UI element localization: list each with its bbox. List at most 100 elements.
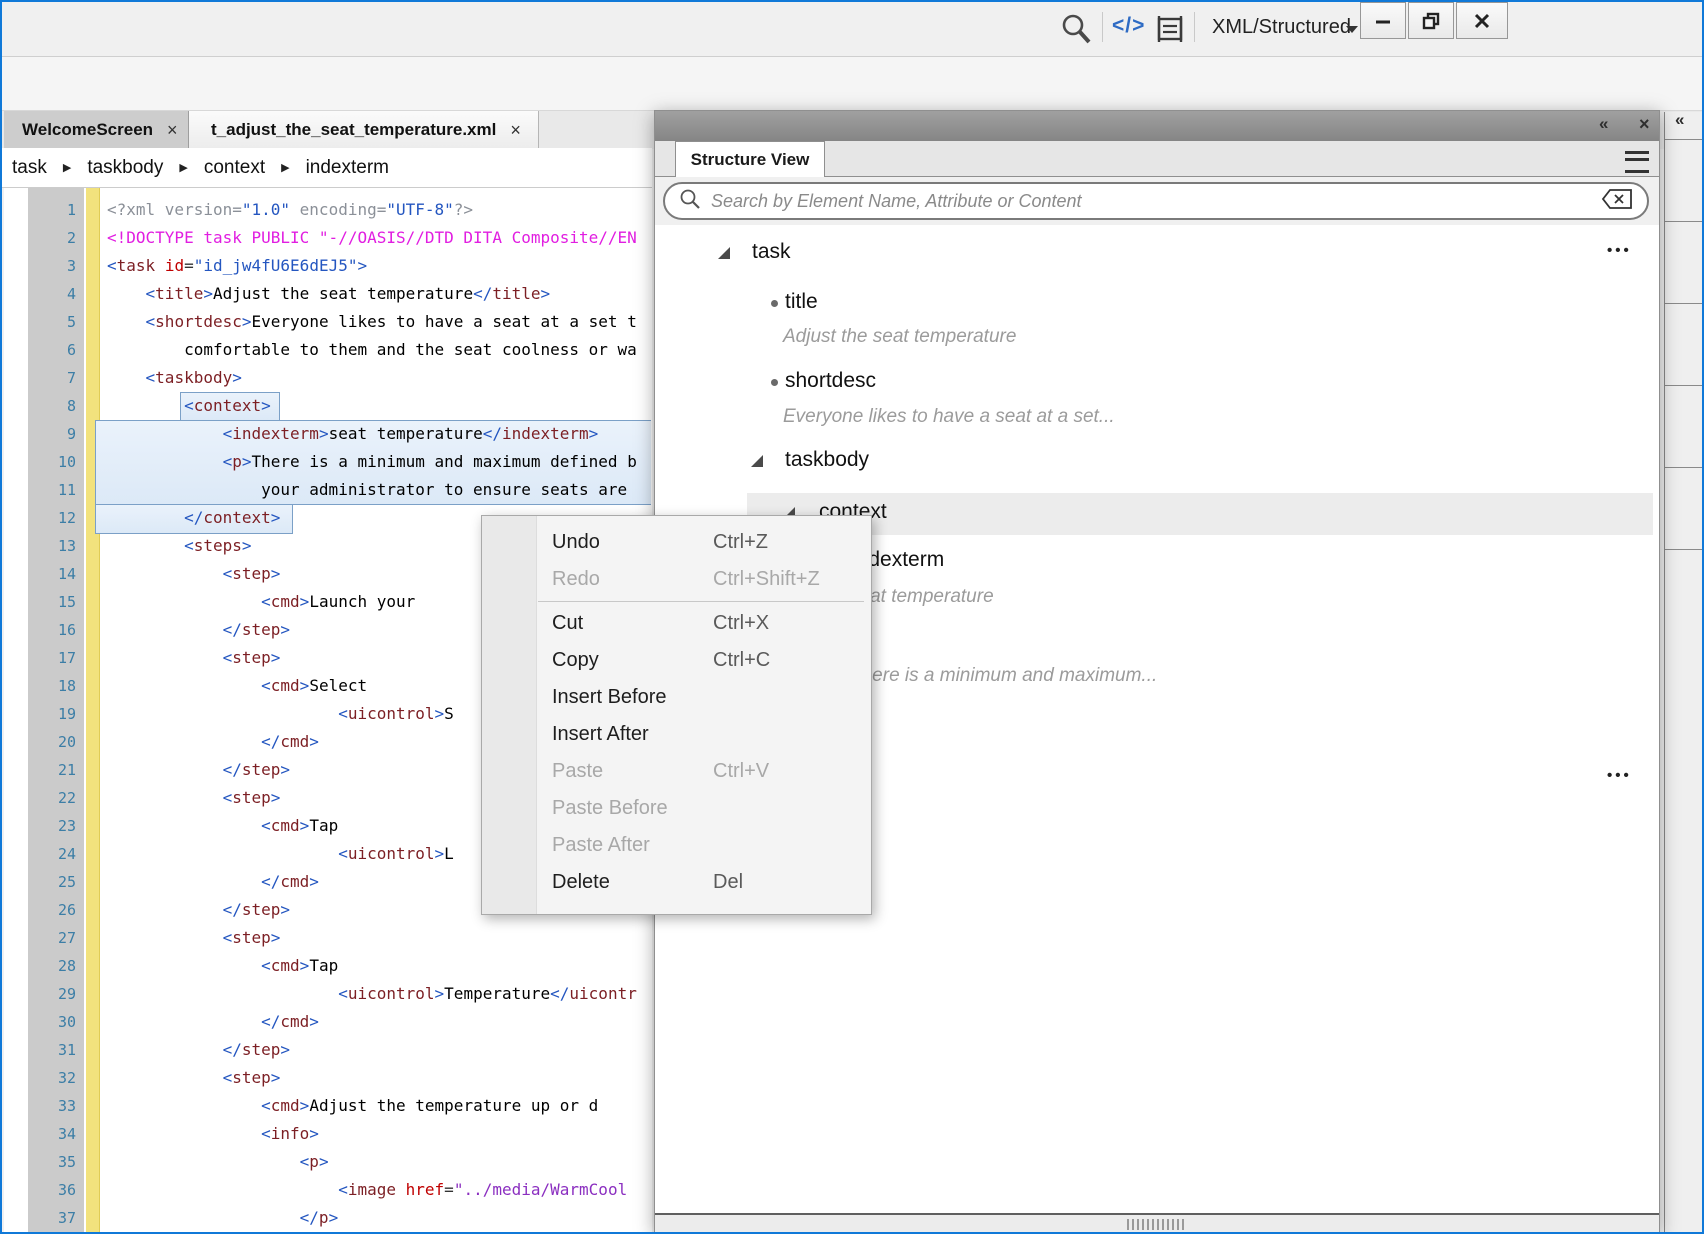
breadcrumb-separator-icon: ▶: [281, 161, 289, 174]
menu-item-cut[interactable]: CutCtrl+X: [482, 605, 871, 642]
tree-element-shortdesc[interactable]: shortdesc: [655, 369, 1659, 395]
line-number: 35: [4, 1148, 76, 1176]
code-line[interactable]: 9 <indexterm>seat temperature</indexterm…: [4, 420, 652, 448]
menu-item-paste[interactable]: PasteCtrl+V: [482, 753, 871, 790]
tree-content-everyone-likes-to-have-a-seat-at-a-set[interactable]: Everyone likes to have a seat at a set..…: [655, 406, 1659, 432]
close-button[interactable]: [1456, 2, 1508, 39]
line-number: 1: [4, 196, 76, 224]
code-line[interactable]: 27 <step>: [4, 924, 652, 952]
expander-icon[interactable]: [718, 247, 730, 259]
horizontal-scrollbar[interactable]: [655, 1213, 1659, 1233]
menu-item-insert-after[interactable]: Insert After: [482, 716, 871, 753]
scrollbar-grip[interactable]: [1127, 1219, 1185, 1230]
tree-element-task[interactable]: task •••: [655, 240, 1659, 266]
code-line[interactable]: 35 <p>: [4, 1148, 652, 1176]
code-line[interactable]: 30 </cmd>: [4, 1008, 652, 1036]
line-number: 24: [4, 840, 76, 868]
code-line[interactable]: 34 <info>: [4, 1120, 652, 1148]
breadcrumb-item-taskbody[interactable]: taskbody: [87, 157, 163, 179]
chevron-down-icon[interactable]: [1346, 26, 1358, 33]
search-icon: [679, 188, 701, 215]
code-line[interactable]: 36 <image href="../media/WarmCool: [4, 1176, 652, 1204]
code-line[interactable]: 32 <step>: [4, 1064, 652, 1092]
menu-item-paste-after[interactable]: Paste After: [482, 827, 871, 864]
tree-element-title[interactable]: title: [655, 290, 1659, 316]
menu-item-redo[interactable]: RedoCtrl+Shift+Z: [482, 561, 871, 598]
row-options-icon[interactable]: •••: [1607, 767, 1632, 784]
line-number: 12: [4, 504, 76, 532]
panel-titlebar[interactable]: « ×: [655, 111, 1659, 142]
tree-label: title: [785, 290, 818, 314]
panel-menu-icon[interactable]: [1625, 151, 1649, 173]
line-number: 13: [4, 532, 76, 560]
tab-label: t_adjust_the_seat_temperature.xml: [211, 120, 496, 140]
line-number: 15: [4, 588, 76, 616]
code-line[interactable]: 1<?xml version="1.0" encoding="UTF-8"?>: [4, 196, 652, 224]
line-number: 30: [4, 1008, 76, 1036]
close-icon[interactable]: ×: [510, 120, 521, 141]
code-line[interactable]: 2<!DOCTYPE task PUBLIC "-//OASIS//DTD DI…: [4, 224, 652, 252]
line-number: 6: [4, 336, 76, 364]
secondary-toolbar: [2, 57, 1702, 111]
tab-structure-view[interactable]: Structure View: [675, 141, 825, 177]
code-line[interactable]: 5 <shortdesc>Everyone likes to have a se…: [4, 308, 652, 336]
dock-divider: [1665, 303, 1703, 304]
breadcrumb-item-context[interactable]: context: [204, 157, 265, 179]
menu-item-delete[interactable]: DeleteDel: [482, 864, 871, 901]
code-line[interactable]: 4 <title>Adjust the seat temperature</ti…: [4, 280, 652, 308]
menu-item-paste-before[interactable]: Paste Before: [482, 790, 871, 827]
code-line[interactable]: 10 <p>There is a minimum and maximum def…: [4, 448, 652, 476]
tree-element-taskbody[interactable]: taskbody: [655, 448, 1659, 474]
search-box[interactable]: [663, 182, 1649, 220]
panel-title: Structure View: [691, 150, 810, 170]
tab-document[interactable]: t_adjust_the_seat_temperature.xml ×: [189, 111, 539, 149]
code-line[interactable]: 6 comfortable to them and the seat cooln…: [4, 336, 652, 364]
search-icon[interactable]: [1060, 12, 1092, 51]
structure-canvas-icon[interactable]: [1154, 14, 1186, 49]
tree-label: task: [752, 240, 791, 264]
mode-selector-label[interactable]: XML/Structured: [1212, 16, 1351, 39]
expander-icon[interactable]: [751, 455, 763, 467]
breadcrumb-item-task[interactable]: task: [12, 157, 47, 179]
breadcrumb-item-indexterm[interactable]: indexterm: [306, 157, 389, 179]
tree-label: shortdesc: [785, 369, 876, 393]
clear-search-icon[interactable]: [1601, 188, 1633, 215]
dock-divider: [1665, 221, 1703, 222]
code-line[interactable]: 8 <context>: [4, 392, 652, 420]
code-line[interactable]: 37 </p>: [4, 1204, 652, 1232]
collapse-panel-icon[interactable]: «: [1599, 114, 1608, 134]
menu-item-undo[interactable]: UndoCtrl+Z: [482, 524, 871, 561]
line-number: 8: [4, 392, 76, 420]
row-options-icon[interactable]: •••: [1607, 242, 1632, 259]
tree-content-adjust-the-seat-temperature[interactable]: Adjust the seat temperature: [655, 326, 1659, 352]
search-row: [655, 177, 1659, 225]
close-icon[interactable]: ×: [167, 120, 178, 141]
code-line[interactable]: 33 <cmd>Adjust the temperature up or d: [4, 1092, 652, 1120]
application-window: </> XML/Structured WelcomeScreen ×: [0, 0, 1704, 1234]
close-icon[interactable]: ×: [1639, 114, 1650, 135]
code-line[interactable]: 3<task id="id_jw4fU6E6dEJ5">: [4, 252, 652, 280]
menu-separator: [538, 601, 864, 602]
code-line[interactable]: 11 your administrator to ensure seats ar…: [4, 476, 652, 504]
tab-welcome-screen[interactable]: WelcomeScreen ×: [4, 111, 189, 149]
search-input[interactable]: [709, 190, 1601, 213]
code-line[interactable]: 29 <uicontrol>Temperature</uicontr: [4, 980, 652, 1008]
tree-label: Adjust the seat temperature: [783, 326, 1016, 348]
dock-divider: [1665, 549, 1703, 550]
restore-button[interactable]: [1408, 2, 1454, 39]
code-line[interactable]: 28 <cmd>Tap: [4, 952, 652, 980]
code-line[interactable]: 31 </step>: [4, 1036, 652, 1064]
line-number: 21: [4, 756, 76, 784]
code-line[interactable]: 7 <taskbody>: [4, 364, 652, 392]
code-view-icon[interactable]: </>: [1112, 14, 1145, 38]
menu-item-insert-before[interactable]: Insert Before: [482, 679, 871, 716]
line-number: 11: [4, 476, 76, 504]
line-number: 26: [4, 896, 76, 924]
line-number: 20: [4, 728, 76, 756]
minimize-button[interactable]: [1360, 2, 1406, 39]
collapse-panel-icon[interactable]: «: [1675, 110, 1684, 130]
menu-item-copy[interactable]: CopyCtrl+C: [482, 642, 871, 679]
line-number: 16: [4, 616, 76, 644]
context-menu: UndoCtrl+ZRedoCtrl+Shift+Z CutCtrl+XCopyC…: [481, 515, 872, 915]
line-number: 27: [4, 924, 76, 952]
